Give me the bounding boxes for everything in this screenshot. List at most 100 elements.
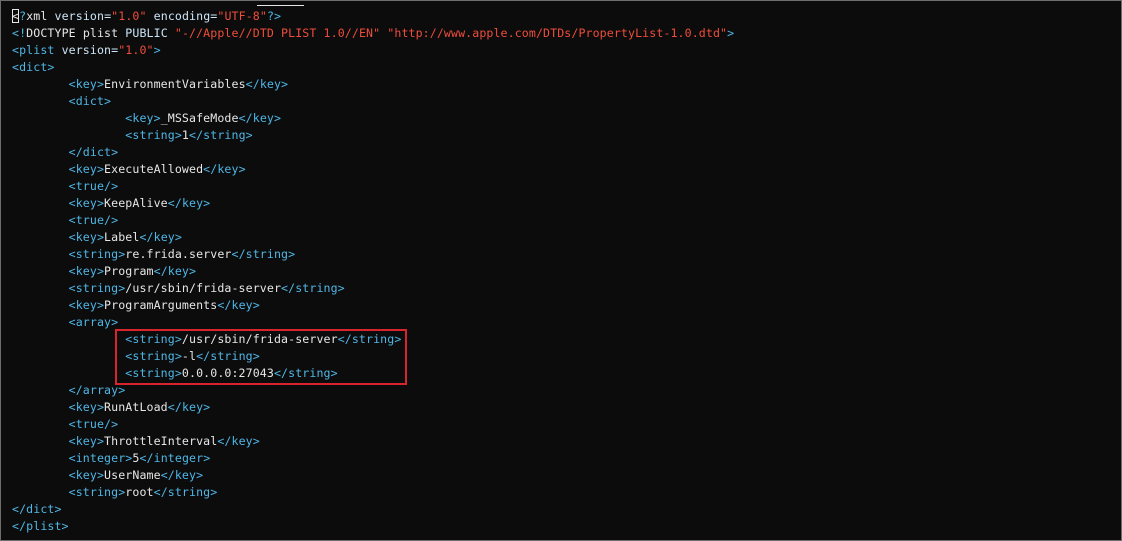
code-line: <string>root</string>: [12, 484, 734, 501]
xml-tag-token: </key>: [160, 468, 204, 482]
xml-tag-token: </string>: [231, 247, 296, 261]
code-line: <key>Label</key>: [12, 229, 734, 246]
code-line: <key>EnvironmentVariables</key>: [12, 76, 734, 93]
xml-tag-token: </key>: [167, 196, 211, 210]
xml-tag-token: </integer>: [139, 451, 211, 465]
xml-tag-token: </dict>: [68, 145, 119, 159]
code-line: <true/>: [12, 212, 734, 229]
xml-text-token: plist: [82, 26, 126, 40]
xml-text-token: Program: [104, 264, 154, 278]
xml-tag-token: </plist>: [12, 519, 69, 533]
xml-tag-token: </string>: [153, 485, 218, 499]
xml-tag-token: <true/>: [68, 417, 119, 431]
xml-tag-token: </key>: [153, 264, 197, 278]
xml-text-token: [147, 9, 154, 23]
code-line: <key>RunAtLoad</key>: [12, 399, 734, 416]
xml-tag-token: <dict>: [68, 94, 112, 108]
code-line: <?xml version="1.0" encoding="UTF-8"?>: [12, 8, 734, 25]
code-line: <string>re.frida.server</string>: [12, 246, 734, 263]
code-line: <key>ProgramArguments</key>: [12, 297, 734, 314]
xml-tag-token: <true/>: [68, 179, 119, 193]
xml-tag-token: <string>: [125, 128, 182, 142]
xml-tag-token: <string>: [68, 281, 126, 295]
xml-tag-token: </array>: [68, 383, 126, 397]
xml-string-token: "1.0": [111, 9, 147, 23]
code-line: <true/>: [12, 416, 734, 433]
code-line: </dict>: [12, 144, 734, 161]
code-line: <string>/usr/sbin/frida-server</string>: [12, 280, 734, 297]
xml-text-token: DOCTYPE: [26, 26, 83, 40]
xml-tag-token: <string>: [68, 247, 126, 261]
xml-tag-token: >: [727, 26, 735, 40]
xml-tag-token: </key>: [167, 400, 211, 414]
xml-tag-token: </string>: [281, 281, 345, 295]
xml-text-token: RunAtLoad: [104, 400, 168, 414]
xml-string-token: "1.0": [118, 43, 154, 57]
xml-text-token: /usr/sbin/frida-server: [125, 281, 282, 295]
xml-tag-token: </key>: [245, 77, 289, 91]
program-arguments-highlight-box: [115, 329, 407, 385]
xml-tag-token: <key>: [68, 230, 105, 244]
xml-tag-token: </key>: [217, 298, 260, 312]
xml-tag-token: <!: [12, 26, 27, 40]
xml-tag-token: </string>: [189, 128, 253, 142]
xml-tag-token: <key>: [68, 196, 105, 210]
xml-tag-token: <key>: [68, 298, 105, 312]
xml-text-token: ThrottleInterval: [104, 434, 218, 448]
code-line: <dict>: [12, 93, 734, 110]
code-line: <key>_MSSafeMode</key>: [12, 110, 734, 127]
code-line: <plist version="1.0">: [12, 42, 734, 59]
code-area[interactable]: <?xml version="1.0" encoding="UTF-8"?> <!…: [12, 8, 734, 535]
xml-string-token: "http://www.apple.com/DTDs/PropertyList-…: [387, 26, 728, 40]
xml-text-token: re.frida.server: [125, 247, 232, 261]
xml-tag-token: <plist: [12, 43, 62, 57]
code-line: <!DOCTYPE plist PUBLIC "-//Apple//DTD PL…: [12, 25, 734, 42]
xml-tag-token: <key>: [68, 400, 105, 414]
xml-attribute-token: version=: [54, 9, 112, 23]
code-line: </plist>: [12, 518, 734, 535]
xml-tag-token: <dict>: [12, 60, 55, 74]
xml-attribute-token: encoding=: [153, 9, 218, 23]
xml-tag-token: <key>: [68, 434, 105, 448]
xml-text-token: ExecuteAllowed: [104, 162, 204, 176]
xml-tag-token: </key>: [203, 162, 246, 176]
xml-text-token: _MSSafeMode: [160, 111, 239, 125]
code-line: <integer>5</integer>: [12, 450, 734, 467]
xml-tag-token: <key>: [68, 264, 105, 278]
tab-indicator: [257, 5, 304, 6]
xml-text-token: Label: [104, 230, 140, 244]
code-line: <key>ExecuteAllowed</key>: [12, 161, 734, 178]
xml-tag-token: <key>: [68, 468, 105, 482]
xml-tag-token: </key>: [217, 434, 260, 448]
xml-tag-token: <true/>: [68, 213, 119, 227]
code-line: <true/>: [12, 178, 734, 195]
xml-tag-token: <key>: [125, 111, 161, 125]
xml-tag-token: ?>: [266, 9, 282, 23]
xml-attribute-token: PUBLIC: [125, 26, 175, 40]
xml-text-token: 1: [181, 128, 190, 142]
xml-tag-token: <integer>: [68, 451, 133, 465]
xml-text-token: ProgramArguments: [104, 298, 218, 312]
code-line: <string>1</string>: [12, 127, 734, 144]
xml-tag-token: <array>: [68, 315, 119, 329]
xml-text-token: KeepAlive: [104, 196, 168, 210]
code-line: <key>Program</key>: [12, 263, 734, 280]
code-line: <key>UserName</key>: [12, 467, 734, 484]
xml-tag-token: </key>: [238, 111, 282, 125]
xml-tag-token: <key>: [68, 77, 105, 91]
xml-tag-token: </key>: [139, 230, 182, 244]
code-line: <key>ThrottleInterval</key>: [12, 433, 734, 450]
code-line: <key>KeepAlive</key>: [12, 195, 734, 212]
xml-string-token: "UTF-8": [217, 9, 267, 23]
xml-tag-token: <string>: [68, 485, 126, 499]
xml-tag-token: <key>: [68, 162, 105, 176]
code-line: </dict>: [12, 501, 734, 518]
xml-tag-token: >: [153, 43, 161, 57]
code-line: <dict>: [12, 59, 734, 76]
code-editor[interactable]: <?xml version="1.0" encoding="UTF-8"?> <!…: [0, 0, 1122, 541]
xml-text-token: EnvironmentVariables: [104, 77, 246, 91]
xml-tag-token: </dict>: [12, 502, 62, 516]
xml-attribute-token: version=: [61, 43, 119, 57]
xml-text-token: root: [125, 485, 154, 499]
xml-text-token: UserName: [104, 468, 161, 482]
